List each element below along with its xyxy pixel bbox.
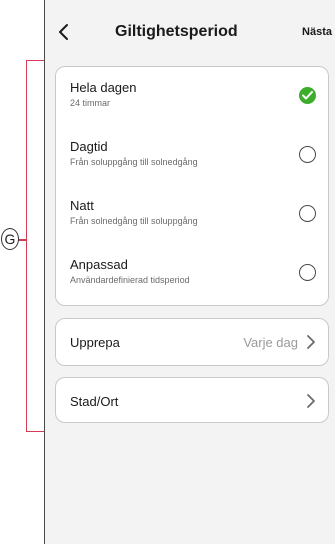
option-dagtid[interactable]: Dagtid Från soluppgång till solnedgång — [56, 126, 328, 184]
radio-unselected[interactable] — [299, 264, 316, 281]
radio-selected[interactable] — [299, 87, 316, 104]
chevron-right-icon — [307, 335, 315, 349]
back-button[interactable] — [53, 20, 75, 44]
radio-unselected[interactable] — [299, 205, 316, 222]
period-options-card: Hela dagen 24 timmar Dagtid Från soluppg… — [55, 66, 329, 306]
next-button[interactable]: Nästa — [302, 26, 332, 38]
option-label: Natt — [70, 198, 94, 213]
header: Giltighetsperiod Nästa — [45, 0, 335, 62]
option-anpassad[interactable]: Anpassad Användardefinierad tidsperiod — [56, 244, 328, 302]
annotation-bracket — [26, 60, 44, 432]
repeat-row[interactable]: Upprepa Varje dag — [55, 318, 329, 366]
annotation-connector — [18, 239, 27, 241]
chevron-left-icon — [59, 24, 68, 40]
option-sublabel: Från soluppgång till solnedgång — [70, 157, 198, 167]
annotation-callout: G — [1, 228, 19, 250]
option-sublabel: 24 timmar — [70, 98, 111, 108]
repeat-value: Varje dag — [243, 335, 298, 350]
page-title: Giltighetsperiod — [115, 23, 238, 40]
option-label: Dagtid — [70, 139, 108, 154]
chevron-right-icon — [307, 394, 315, 408]
option-natt[interactable]: Natt Från solnedgång till soluppgång — [56, 185, 328, 243]
city-row[interactable]: Stad/Ort — [55, 377, 329, 423]
radio-unselected[interactable] — [299, 146, 316, 163]
option-sublabel: Användardefinierad tidsperiod — [70, 275, 190, 285]
option-label: Hela dagen — [70, 80, 137, 95]
option-hela-dagen[interactable]: Hela dagen 24 timmar — [56, 67, 328, 125]
city-label: Stad/Ort — [70, 394, 119, 409]
option-sublabel: Från solnedgång till soluppgång — [70, 216, 198, 226]
app-screen: Giltighetsperiod Nästa Hela dagen 24 tim… — [44, 0, 335, 544]
checkmark-icon — [302, 91, 313, 100]
repeat-label: Upprepa — [70, 335, 120, 350]
option-label: Anpassad — [70, 257, 128, 272]
